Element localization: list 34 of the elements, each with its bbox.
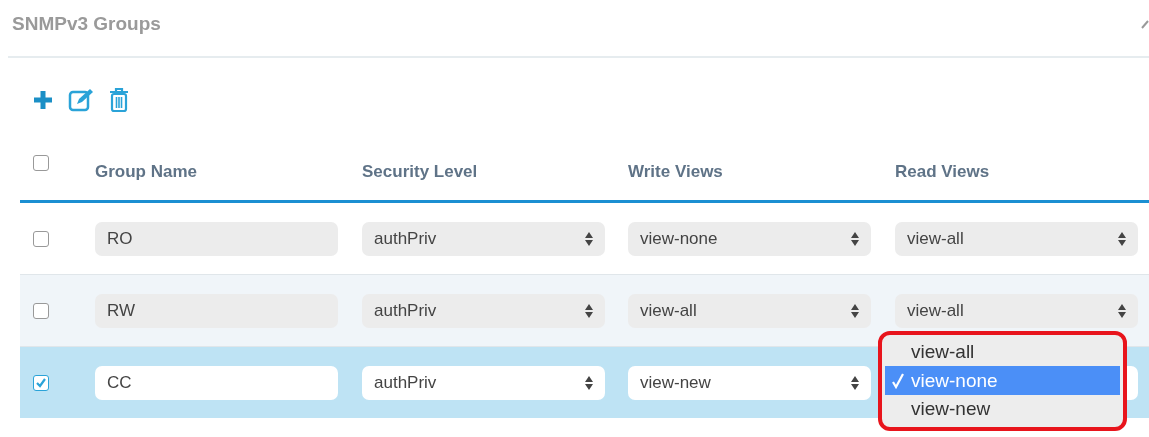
select-field[interactable]: view-none bbox=[628, 221, 871, 256]
updown-icon bbox=[851, 375, 859, 390]
select-field[interactable]: view-all bbox=[628, 293, 871, 328]
select-field[interactable]: view-new bbox=[628, 365, 871, 400]
column-header: Read Views bbox=[895, 162, 990, 181]
updown-icon bbox=[1118, 303, 1126, 318]
column-header: Group Name bbox=[95, 162, 198, 181]
updown-icon bbox=[585, 375, 593, 390]
updown-icon bbox=[585, 303, 593, 318]
select-field[interactable]: authPriv bbox=[362, 293, 605, 328]
column-header: Security Level bbox=[362, 162, 478, 181]
updown-icon bbox=[851, 303, 859, 318]
select-field[interactable]: view-all bbox=[895, 293, 1138, 328]
checkmark-icon bbox=[891, 372, 905, 389]
text-field[interactable]: RO bbox=[95, 221, 338, 256]
select-field[interactable]: authPriv bbox=[362, 365, 605, 400]
updown-icon bbox=[585, 231, 593, 246]
add-icon[interactable] bbox=[32, 89, 54, 111]
dropdown-option[interactable]: view-all bbox=[885, 337, 1120, 367]
updown-icon bbox=[1118, 231, 1126, 246]
text-field[interactable]: CC bbox=[95, 365, 338, 400]
updown-icon bbox=[851, 231, 859, 246]
checkbox[interactable] bbox=[33, 302, 49, 319]
select-field[interactable]: view-all bbox=[895, 221, 1138, 256]
checkbox[interactable] bbox=[33, 374, 49, 391]
panel-title: SNMPv3 Groups bbox=[12, 13, 161, 35]
checkbox[interactable] bbox=[33, 155, 49, 171]
select-field[interactable]: authPriv bbox=[362, 221, 605, 256]
text-field[interactable]: RW bbox=[95, 293, 338, 328]
edit-icon[interactable] bbox=[68, 88, 94, 112]
column-header: Write Views bbox=[628, 162, 723, 181]
dropdown-option[interactable]: view-new bbox=[885, 394, 1120, 424]
checkbox[interactable] bbox=[33, 230, 49, 247]
trash-icon[interactable] bbox=[108, 87, 130, 113]
